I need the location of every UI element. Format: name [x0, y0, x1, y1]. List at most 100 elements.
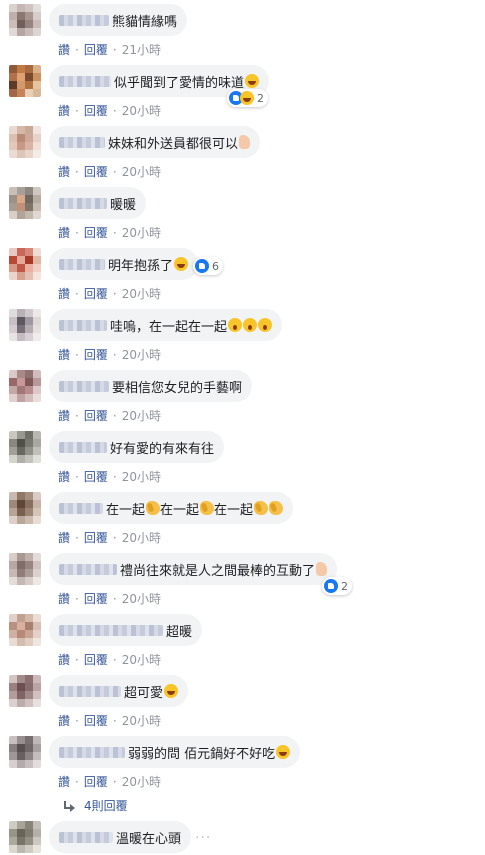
- comment-bubble: 超可愛: [49, 675, 189, 707]
- like-link[interactable]: 讚: [58, 163, 70, 180]
- comment-timestamp[interactable]: 20小時: [122, 102, 161, 119]
- comment-timestamp[interactable]: 20小時: [122, 651, 161, 668]
- avatar[interactable]: [9, 492, 41, 524]
- view-replies-link[interactable]: 4則回覆: [63, 797, 128, 814]
- reply-link[interactable]: 回覆: [84, 102, 108, 119]
- separator-dot: ·: [75, 530, 79, 545]
- avatar[interactable]: [9, 736, 41, 768]
- redacted-author-name[interactable]: [59, 831, 113, 843]
- comment-item: 弱弱的問 佰元鍋好不好吃 讚 · 回覆 · 20小時: [0, 732, 485, 792]
- like-link[interactable]: 讚: [58, 773, 70, 790]
- redacted-author-name[interactable]: [59, 685, 121, 697]
- comment-text: 超暖: [166, 624, 193, 640]
- reply-link[interactable]: 回覆: [84, 468, 108, 485]
- separator-dot: ·: [112, 469, 117, 484]
- avatar[interactable]: [9, 614, 41, 646]
- reply-link[interactable]: 回覆: [84, 773, 108, 790]
- comment-timestamp[interactable]: 20小時: [122, 590, 161, 607]
- redacted-author-name[interactable]: [59, 563, 117, 575]
- redacted-author-name[interactable]: [59, 258, 105, 270]
- comment-list: 熊貓情緣嗎 讚 · 回覆 · 21小時 似乎聞到了愛情的味道 2 讚 · 回覆 …: [0, 0, 485, 855]
- comment-bubble: 在一起 在一起 在一起: [49, 492, 294, 524]
- avatar[interactable]: [9, 187, 41, 219]
- reply-link[interactable]: 回覆: [84, 224, 108, 241]
- avatar[interactable]: [9, 309, 41, 341]
- avatar[interactable]: [9, 248, 41, 280]
- comment-timestamp[interactable]: 21小時: [122, 41, 161, 58]
- hushed-emoji-icon: [228, 318, 243, 332]
- comment-item: 暖暖 讚 · 回覆 · 20小時: [0, 183, 485, 243]
- comment-text: 溫暖在心頭: [116, 831, 182, 847]
- redacted-author-name[interactable]: [59, 380, 109, 392]
- like-link[interactable]: 讚: [58, 712, 70, 729]
- comment-text: 似乎聞到了愛情的味道: [114, 75, 245, 91]
- comment-timestamp[interactable]: 20小時: [122, 468, 161, 485]
- like-link[interactable]: 讚: [58, 102, 70, 119]
- more-options-icon[interactable]: ···: [195, 830, 211, 846]
- avatar[interactable]: [9, 431, 41, 463]
- redacted-author-name[interactable]: [59, 197, 107, 209]
- comment-timestamp[interactable]: 20小時: [122, 773, 161, 790]
- redacted-author-name[interactable]: [59, 746, 125, 758]
- laughing-emoji-icon: [174, 257, 189, 271]
- comment-timestamp[interactable]: 20小時: [122, 346, 161, 363]
- redacted-author-name[interactable]: [59, 441, 107, 453]
- like-link[interactable]: 讚: [58, 346, 70, 363]
- avatar[interactable]: [9, 4, 41, 36]
- comment-timestamp[interactable]: 20小時: [122, 712, 161, 729]
- reply-link[interactable]: 回覆: [84, 712, 108, 729]
- comment-actions: 讚 · 回覆 · 20小時: [58, 224, 161, 241]
- thumbs-up-emoji-icon: [239, 135, 251, 149]
- comment-timestamp[interactable]: 20小時: [122, 285, 161, 302]
- reply-link[interactable]: 回覆: [84, 285, 108, 302]
- reaction-summary[interactable]: 2: [322, 577, 352, 595]
- like-link[interactable]: 讚: [58, 590, 70, 607]
- like-link[interactable]: 讚: [58, 468, 70, 485]
- reply-link[interactable]: 回覆: [84, 651, 108, 668]
- separator-dot: ·: [75, 774, 79, 789]
- redacted-author-name[interactable]: [59, 75, 111, 87]
- like-link[interactable]: 讚: [58, 41, 70, 58]
- redacted-author-name[interactable]: [59, 624, 163, 636]
- comment-bubble: 弱弱的問 佰元鍋好不好吃: [49, 736, 301, 768]
- comment-timestamp[interactable]: 20小時: [122, 407, 161, 424]
- reaction-count: 2: [341, 579, 348, 593]
- comment-item: 似乎聞到了愛情的味道 2 讚 · 回覆 · 20小時: [0, 61, 485, 121]
- avatar[interactable]: [9, 553, 41, 585]
- reply-link[interactable]: 回覆: [84, 346, 108, 363]
- like-link[interactable]: 讚: [58, 285, 70, 302]
- avatar[interactable]: [9, 126, 41, 158]
- avatar[interactable]: [9, 675, 41, 707]
- comment-bubble: 禮尚往來就是人之間最棒的互動了: [49, 553, 338, 585]
- comment-item: 哇嗚，在一起在一起 讚 · 回覆 · 20小時: [0, 305, 485, 365]
- comment-item: 在一起 在一起 在一起 讚 · 回覆 · 20小時: [0, 488, 485, 548]
- like-link[interactable]: 讚: [58, 529, 70, 546]
- reaction-summary[interactable]: 6: [193, 257, 223, 275]
- like-link[interactable]: 讚: [58, 651, 70, 668]
- comment-text: 哇嗚，在一起在一起: [110, 319, 228, 335]
- comment-actions: 讚 · 回覆 · 20小時: [58, 529, 161, 546]
- reply-link[interactable]: 回覆: [84, 529, 108, 546]
- avatar[interactable]: [9, 821, 41, 853]
- comment-timestamp[interactable]: 20小時: [122, 224, 161, 241]
- comment-timestamp[interactable]: 20小時: [122, 163, 161, 180]
- redacted-author-name[interactable]: [59, 136, 105, 148]
- comment-text-part: 在一起: [160, 502, 200, 518]
- reply-link[interactable]: 回覆: [84, 163, 108, 180]
- avatar[interactable]: [9, 370, 41, 402]
- reply-link[interactable]: 回覆: [84, 590, 108, 607]
- comment-timestamp[interactable]: 20小時: [122, 529, 161, 546]
- redacted-author-name[interactable]: [59, 319, 107, 331]
- like-link[interactable]: 讚: [58, 407, 70, 424]
- like-link[interactable]: 讚: [58, 224, 70, 241]
- separator-dot: ·: [75, 591, 79, 606]
- comment-item: 熊貓情緣嗎 讚 · 回覆 · 21小時: [0, 0, 485, 60]
- reply-link[interactable]: 回覆: [84, 41, 108, 58]
- reply-link[interactable]: 回覆: [84, 407, 108, 424]
- redacted-author-name[interactable]: [59, 502, 103, 514]
- redacted-author-name[interactable]: [59, 14, 109, 26]
- separator-dot: ·: [112, 652, 117, 667]
- comment-bubble: 溫暖在心頭: [49, 821, 192, 853]
- reaction-summary[interactable]: 2: [227, 89, 268, 107]
- avatar[interactable]: [9, 65, 41, 97]
